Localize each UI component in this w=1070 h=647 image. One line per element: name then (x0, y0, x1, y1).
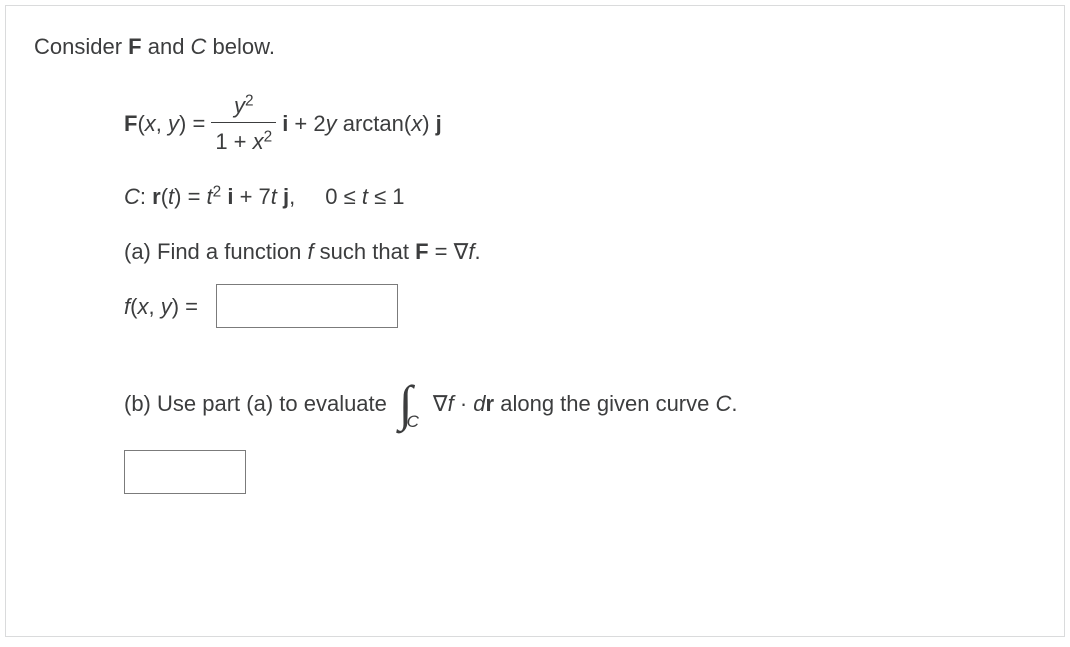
b-tail: along the given curve (494, 391, 715, 416)
part-a-text: (a) Find a function f such that F = ∇f. (124, 235, 1036, 268)
C-colon: : (140, 184, 152, 209)
C-r: r (152, 184, 161, 209)
b-d: d (473, 391, 485, 416)
C-range2: ≤ 1 (368, 184, 405, 209)
F-fraction: y2 1 + x2 (211, 89, 276, 158)
F-arctan: arctan( (337, 111, 412, 136)
intro-F: F (128, 34, 141, 59)
fxy-comma: , (148, 294, 160, 319)
b-period: . (731, 391, 737, 416)
equation-C: C: r(t) = t2 i + 7t j, 0 ≤ t ≤ 1 (124, 180, 1036, 213)
b-dot: · (454, 391, 474, 416)
a-eq-grad: = ∇ (429, 239, 469, 264)
F-j: j (436, 111, 442, 136)
C-close-eq: ) = (174, 184, 206, 209)
b-C: C (715, 391, 731, 416)
integral-symbol: ∫C (399, 378, 425, 428)
part-b-text: (b) Use part (a) to evaluate ∫C ∇f · dr … (124, 378, 1036, 428)
C-lparen: ( (161, 184, 168, 209)
fxy-close: ) = (172, 294, 198, 319)
fxy-y: y (161, 294, 172, 319)
question-content: Consider F and C below. F(x, y) = y2 1 +… (6, 6, 1064, 540)
F-plus2y: + 2 (288, 111, 325, 136)
b-r: r (486, 391, 495, 416)
F-label: F (124, 111, 137, 136)
F-numerator: y2 (230, 89, 258, 122)
F-y: y (168, 111, 179, 136)
answer-input-b[interactable] (124, 450, 246, 494)
b-prefix: (b) Use part (a) to evaluate (124, 387, 387, 420)
body: F(x, y) = y2 1 + x2 i + 2y arctan(x) j C… (34, 89, 1036, 494)
intro-suffix: below. (206, 34, 275, 59)
F-x3: x (411, 111, 422, 136)
F-comma: , (156, 111, 168, 136)
fxy-x: x (137, 294, 148, 319)
part-a-answer-row: f(x, y) = (124, 284, 1036, 328)
answer-input-a[interactable] (216, 284, 398, 328)
integral-sub: C (407, 409, 419, 435)
F-den-exp: 2 (264, 128, 273, 145)
C-range1: 0 ≤ (325, 184, 362, 209)
a-dot: . (474, 239, 480, 264)
C-label: C (124, 184, 140, 209)
equation-F: F(x, y) = y2 1 + x2 i + 2y arctan(x) j (124, 89, 1036, 158)
C-exp2: 2 (213, 183, 222, 200)
F-denominator: 1 + x2 (211, 122, 276, 158)
intro-prefix: Consider (34, 34, 128, 59)
F-rparen: ) (422, 111, 435, 136)
a-mid: such that (314, 239, 416, 264)
intro-C: C (191, 34, 207, 59)
F-lparen: ( (137, 111, 144, 136)
F-num-y: y (234, 93, 245, 118)
a-prefix: (a) Find a function (124, 239, 307, 264)
F-y2: y (326, 111, 337, 136)
a-F: F (415, 239, 428, 264)
F-num-exp: 2 (245, 92, 254, 109)
part-b-answer-row (124, 450, 1036, 494)
intro-mid: and (142, 34, 191, 59)
F-x: x (145, 111, 156, 136)
F-den-pre: 1 + (215, 129, 252, 154)
F-close-eq: ) = (179, 111, 205, 136)
C-t3: t (271, 184, 277, 209)
F-den-x: x (253, 129, 264, 154)
C-comma: , (289, 184, 295, 209)
C-plus7: + 7 (233, 184, 270, 209)
question-container: Consider F and C below. F(x, y) = y2 1 +… (5, 5, 1065, 637)
intro-line: Consider F and C below. (34, 30, 1036, 63)
b-grad: ∇ (433, 391, 448, 416)
